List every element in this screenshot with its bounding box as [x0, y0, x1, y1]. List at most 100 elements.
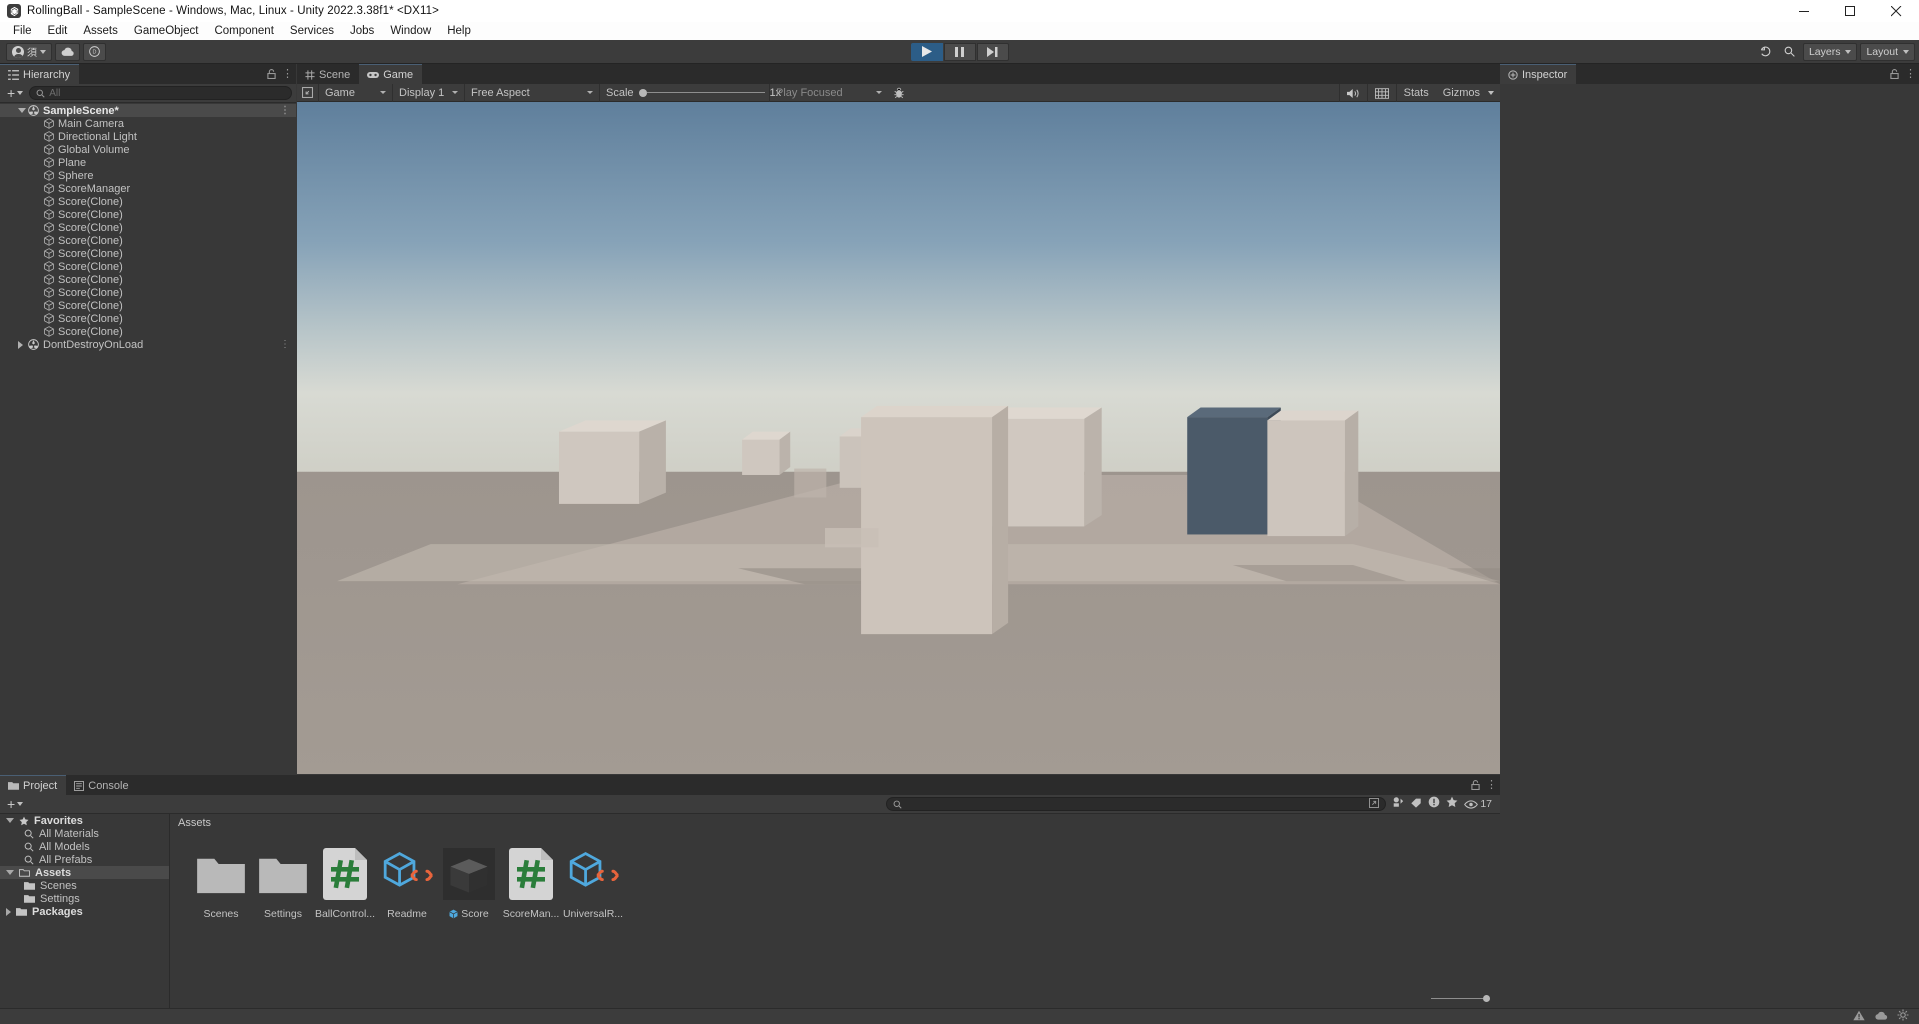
- pause-button[interactable]: [943, 42, 976, 61]
- tab-hierarchy[interactable]: Hierarchy: [0, 64, 80, 84]
- project-folder-tree[interactable]: Favorites All Materials All Models All Pref…: [0, 814, 170, 1008]
- type-filter-icon[interactable]: [1392, 795, 1404, 813]
- project-tree-item[interactable]: Favorites: [0, 814, 169, 827]
- asset-item[interactable]: ScoreMan...: [500, 846, 562, 920]
- zoom-slider-knob[interactable]: [1483, 995, 1490, 1002]
- layout-dropdown[interactable]: Layout: [1860, 42, 1915, 61]
- hierarchy-row[interactable]: ScoreManager: [0, 182, 296, 195]
- project-tree-item[interactable]: Packages: [0, 905, 169, 918]
- cloud-button[interactable]: [55, 42, 80, 61]
- hierarchy-row[interactable]: Score(Clone): [0, 273, 296, 286]
- hierarchy-row[interactable]: Score(Clone): [0, 195, 296, 208]
- asset-thumbnail[interactable]: [193, 846, 249, 902]
- menu-assets[interactable]: Assets: [75, 24, 126, 38]
- step-button[interactable]: [976, 42, 1009, 61]
- asset-grid[interactable]: Scenes Settings BallControl... Readme Score S…: [170, 832, 1500, 920]
- hierarchy-row-scene[interactable]: SampleScene* ⋮: [0, 104, 296, 117]
- scale-slider-knob[interactable]: [638, 88, 647, 97]
- lock-icon[interactable]: [267, 69, 276, 79]
- lock-icon[interactable]: [1471, 780, 1480, 790]
- cloud-status-icon[interactable]: [1874, 1008, 1888, 1024]
- hierarchy-row[interactable]: Score(Clone): [0, 247, 296, 260]
- menu-edit[interactable]: Edit: [40, 24, 76, 38]
- tab-project[interactable]: Project: [0, 775, 67, 795]
- settings-icon[interactable]: [1897, 1008, 1909, 1024]
- label-filter-icon[interactable]: [1410, 795, 1422, 813]
- zoom-slider-track[interactable]: [1431, 998, 1483, 999]
- hierarchy-tree[interactable]: SampleScene* ⋮ Main Camera Directional Ligh…: [0, 104, 296, 774]
- scale-control[interactable]: Scale 1x: [600, 83, 781, 102]
- project-menu-icon[interactable]: ⋮: [1486, 779, 1497, 790]
- asset-item[interactable]: UniversalR...: [562, 846, 624, 920]
- inspector-menu-icon[interactable]: ⋮: [1905, 68, 1916, 79]
- scale-slider-track[interactable]: [646, 92, 765, 93]
- close-button[interactable]: [1873, 0, 1919, 22]
- chevron-down-icon[interactable]: [18, 108, 26, 113]
- hierarchy-row[interactable]: Main Camera: [0, 117, 296, 130]
- layers-dropdown[interactable]: Layers: [1802, 42, 1858, 61]
- play-mode-dropdown[interactable]: Play Focused: [770, 84, 888, 102]
- hierarchy-scene-menu-icon[interactable]: ⋮: [280, 105, 290, 115]
- menu-component[interactable]: Component: [206, 24, 281, 38]
- stats-toggle-icon[interactable]: [1366, 84, 1396, 102]
- search-button[interactable]: [1779, 43, 1800, 61]
- project-tree-item[interactable]: All Prefabs: [0, 853, 169, 866]
- mute-audio-button[interactable]: [1338, 84, 1367, 102]
- hierarchy-search-input[interactable]: All: [29, 86, 292, 100]
- hierarchy-row[interactable]: Score(Clone): [0, 286, 296, 299]
- hierarchy-row-dontdestroyonload[interactable]: DontDestroyOnLoad ⋮: [0, 338, 296, 351]
- scale-slider[interactable]: [638, 88, 765, 97]
- hierarchy-row[interactable]: Score(Clone): [0, 260, 296, 273]
- game-render-canvas[interactable]: [297, 102, 1500, 774]
- asset-item[interactable]: Settings: [252, 846, 314, 920]
- asset-thumbnail[interactable]: [317, 846, 373, 902]
- project-tree-item[interactable]: Settings: [0, 892, 169, 905]
- project-tree-item[interactable]: All Materials: [0, 827, 169, 840]
- aspect-dropdown[interactable]: Free Aspect: [465, 83, 600, 102]
- hierarchy-row[interactable]: Score(Clone): [0, 221, 296, 234]
- chevron-down-icon[interactable]: [6, 818, 14, 823]
- tab-game[interactable]: Game: [359, 64, 423, 84]
- stats-button[interactable]: Stats: [1395, 84, 1436, 102]
- asset-thumbnail[interactable]: [503, 846, 559, 902]
- asset-item[interactable]: Readme: [376, 846, 438, 920]
- save-search-icon[interactable]: [1369, 795, 1380, 813]
- project-add-button[interactable]: +: [4, 797, 26, 811]
- hierarchy-row[interactable]: Score(Clone): [0, 325, 296, 338]
- hierarchy-row[interactable]: Plane: [0, 156, 296, 169]
- chevron-right-icon[interactable]: [18, 340, 23, 349]
- tab-scene[interactable]: Scene: [297, 64, 360, 84]
- hierarchy-row[interactable]: Score(Clone): [0, 208, 296, 221]
- undo-history-button[interactable]: [1755, 43, 1776, 61]
- asset-item[interactable]: BallControl...: [314, 846, 376, 920]
- debug-button[interactable]: [888, 84, 910, 102]
- account-button[interactable]: 須: [6, 42, 52, 61]
- play-button[interactable]: [910, 42, 943, 61]
- hierarchy-row[interactable]: Directional Light: [0, 130, 296, 143]
- hierarchy-row[interactable]: Score(Clone): [0, 299, 296, 312]
- asset-thumbnail[interactable]: [379, 846, 435, 902]
- hierarchy-add-button[interactable]: +: [4, 86, 26, 100]
- menu-services[interactable]: Services: [282, 24, 342, 38]
- maximize-button[interactable]: [1827, 0, 1873, 22]
- lock-icon[interactable]: [1890, 69, 1899, 79]
- asset-item[interactable]: Scenes: [190, 846, 252, 920]
- minimize-button[interactable]: [1781, 0, 1827, 22]
- menu-jobs[interactable]: Jobs: [342, 24, 382, 38]
- hierarchy-row[interactable]: Sphere: [0, 169, 296, 182]
- thumbnail-zoom-slider[interactable]: [1431, 995, 1490, 1002]
- asset-thumbnail[interactable]: [441, 846, 497, 902]
- project-tree-item[interactable]: Scenes: [0, 879, 169, 892]
- menu-window[interactable]: Window: [382, 24, 439, 38]
- asset-thumbnail[interactable]: [565, 846, 621, 902]
- chevron-right-icon[interactable]: [6, 907, 11, 916]
- hierarchy-row[interactable]: Score(Clone): [0, 312, 296, 325]
- hierarchy-row[interactable]: Global Volume: [0, 143, 296, 156]
- menu-gameobject[interactable]: GameObject: [126, 24, 207, 38]
- display-target-dropdown[interactable]: Game: [319, 83, 393, 102]
- warning-filter-icon[interactable]: [1428, 795, 1440, 813]
- menu-help[interactable]: Help: [439, 24, 479, 38]
- gizmos-dropdown[interactable]: Gizmos: [1436, 84, 1500, 102]
- chevron-down-icon[interactable]: [6, 870, 14, 875]
- asset-item[interactable]: Score: [438, 846, 500, 920]
